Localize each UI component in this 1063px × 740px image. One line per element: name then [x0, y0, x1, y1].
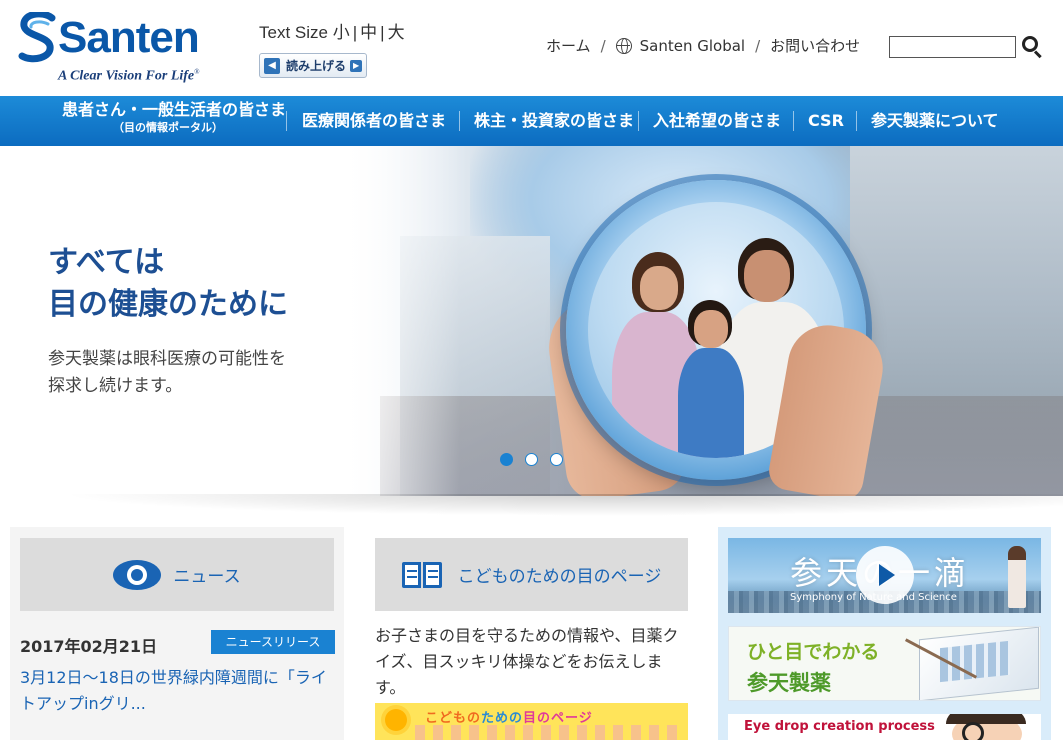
search-input[interactable]: [889, 36, 1016, 58]
nav-recruit[interactable]: 入社希望の皆さま: [653, 110, 781, 132]
play-icon[interactable]: [856, 546, 914, 604]
contact-link[interactable]: お問い合わせ: [770, 35, 860, 56]
logo-tagline: A Clear Vision For Life®: [58, 68, 200, 84]
read-aloud-label: 読み上げる: [286, 59, 347, 73]
nav-medical[interactable]: 医療関係者の皆さま: [302, 110, 446, 132]
text-size-small[interactable]: 小: [333, 23, 350, 42]
santen-logo[interactable]: Santen A Clear Vision For Life®: [18, 10, 208, 88]
brochure-image: [919, 627, 1039, 700]
nav-divider: [459, 111, 460, 131]
logo-wordmark: Santen: [58, 13, 200, 62]
nav-patients-label: 患者さん・一般生活者の皆さま: [62, 100, 287, 119]
text-size-medium[interactable]: 中: [360, 23, 377, 42]
text-size-control: Text Size 小 | 中 | 大: [259, 23, 405, 42]
santen-s-mark-icon: [18, 12, 56, 63]
global-nav: 患者さん・一般生活者の皆さま （目の情報ポータル） 医療関係者の皆さま 株主・投…: [0, 96, 1063, 146]
carousel-dot[interactable]: [550, 453, 563, 466]
nav-patients[interactable]: 患者さん・一般生活者の皆さま （目の情報ポータル）: [62, 100, 286, 135]
book-icon: [401, 560, 444, 590]
carousel-dot[interactable]: [500, 453, 513, 466]
kids-heading-box[interactable]: こどものための目のページ: [375, 538, 688, 611]
home-link[interactable]: ホーム: [546, 35, 591, 56]
nav-divider: [286, 111, 287, 131]
news-heading-box[interactable]: ニュース: [20, 538, 334, 611]
kids-page-banner[interactable]: こどものための目のページ: [375, 703, 688, 740]
news-release-badge[interactable]: ニュースリリース: [211, 630, 335, 654]
text-size-large[interactable]: 大: [388, 23, 405, 42]
santen-drop-video-banner[interactable]: 参天の一滴 Symphony of Nature and Science: [728, 538, 1041, 613]
nav-csr[interactable]: CSR: [808, 110, 844, 132]
site-header: Santen A Clear Vision For Life® Text Siz…: [0, 0, 1063, 96]
nav-patients-sublabel: （目の情報ポータル）: [113, 121, 223, 134]
carousel-dots: [500, 453, 563, 466]
kids-panel: こどものための目のページ お子さまの目を守るための情報や、目薬クイズ、目スッキリ…: [365, 527, 698, 740]
nav-investors[interactable]: 株主・投資家の皆さま: [474, 110, 634, 132]
arrow-right-icon: ▶: [350, 59, 363, 72]
hero-carousel[interactable]: すべては 目の健康のために 参天製薬は眼科医療の可能性を 探求し続けます。: [0, 146, 1063, 496]
nav-divider: [638, 111, 639, 131]
utility-links: ホーム / Santen Global / お問い合わせ: [546, 35, 861, 56]
hero-title: すべては 目の健康のために: [48, 245, 288, 322]
company-overview-banner[interactable]: ひと目でわかる 参天製薬: [728, 626, 1041, 701]
sun-icon: [385, 709, 407, 731]
hero-subtitle: 参天製薬は眼科医療の可能性を 探求し続けます。: [48, 349, 286, 396]
banner-column: 参天の一滴 Symphony of Nature and Science ひと目…: [718, 527, 1051, 740]
search-button[interactable]: [1022, 36, 1044, 59]
kids-heading: こどものための目のページ: [457, 567, 662, 587]
overview-banner-line1: ひと目でわかる: [747, 641, 880, 663]
speaker-icon: ◀: [264, 57, 280, 74]
text-size-label: Text Size: [259, 23, 328, 42]
kids-description: お子さまの目を守るための情報や、目薬クイズ、目スッキリ体操などをお伝えします。: [375, 626, 679, 697]
news-panel: ニュース 2017年02月21日 ニュースリリース 3月12日～18日の世界緑内…: [10, 527, 344, 740]
overview-banner-line2: 参天製薬: [747, 671, 831, 695]
eye-icon: [113, 559, 162, 590]
nav-divider: [793, 111, 794, 131]
children-illustration: [415, 725, 685, 740]
globe-icon: [615, 37, 632, 54]
eye-drop-process-banner[interactable]: Eye drop creation process: [728, 714, 1041, 740]
news-item-link[interactable]: 3月12日～18日の世界緑内障週間に「ライトアップinグリ...: [20, 665, 338, 717]
news-heading: ニュース: [173, 567, 241, 587]
eye-drop-process-title: Eye drop creation process: [744, 719, 935, 734]
read-aloud-button[interactable]: ◀ 読み上げる ▶: [259, 53, 367, 78]
nav-divider: [856, 111, 857, 131]
carousel-dot[interactable]: [525, 453, 538, 466]
kids-banner-title: こどものための目のページ: [425, 711, 593, 726]
news-date: 2017年02月21日: [20, 637, 158, 656]
santen-global-link[interactable]: Santen Global: [640, 37, 745, 55]
nav-about[interactable]: 参天製薬について: [871, 110, 999, 132]
